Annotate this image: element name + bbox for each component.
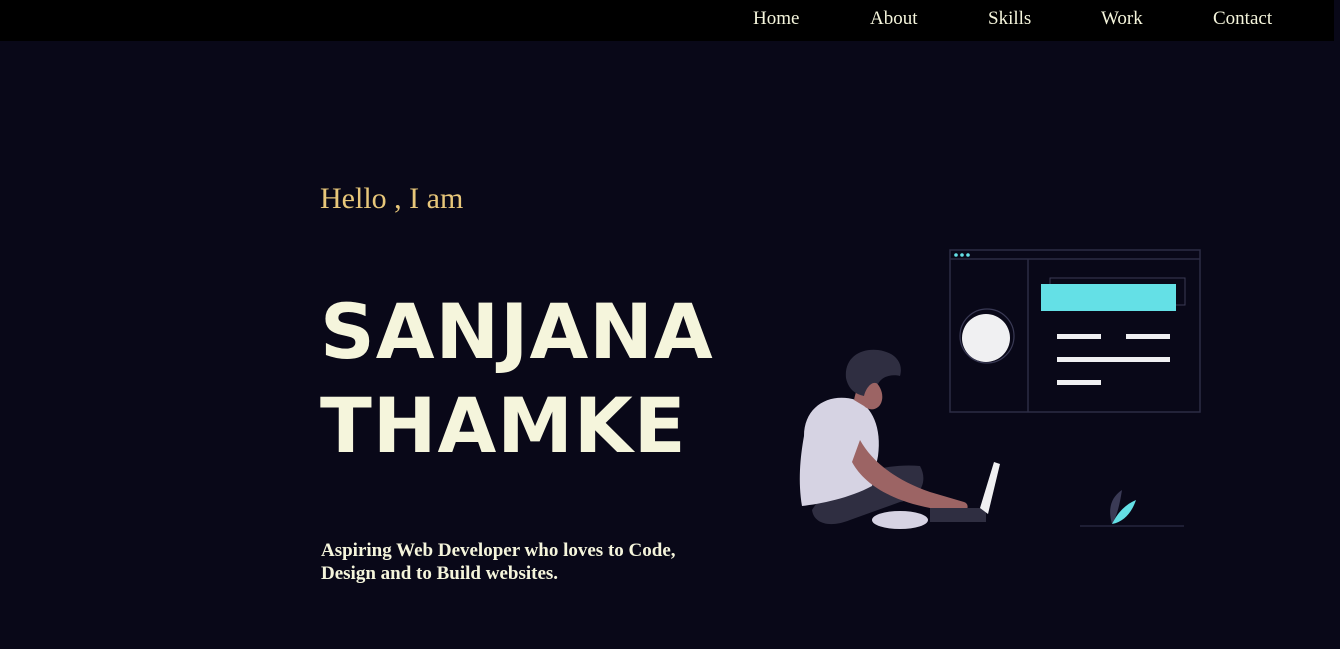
browser-window-icon: [949, 249, 1201, 413]
nav-link-contact[interactable]: Contact: [1213, 8, 1272, 30]
nav-link-skills[interactable]: Skills: [988, 8, 1031, 30]
nav-link-work[interactable]: Work: [1101, 8, 1143, 30]
hero-name-first: SANJANA: [320, 287, 714, 376]
person-icon: [799, 349, 1000, 529]
developer-with-laptop-illustration: [799, 249, 1201, 529]
nav-link-about[interactable]: About: [870, 8, 918, 30]
hero-name-last: THAMKE: [320, 381, 687, 470]
hero-tagline: Aspiring Web Developer who loves to Code…: [321, 540, 676, 584]
plant-icon: [1080, 490, 1184, 527]
nav-link-home[interactable]: Home: [753, 8, 799, 30]
hero-greeting: Hello , I am: [320, 182, 464, 215]
navbar: Home About Skills Work Contact: [0, 0, 1334, 41]
